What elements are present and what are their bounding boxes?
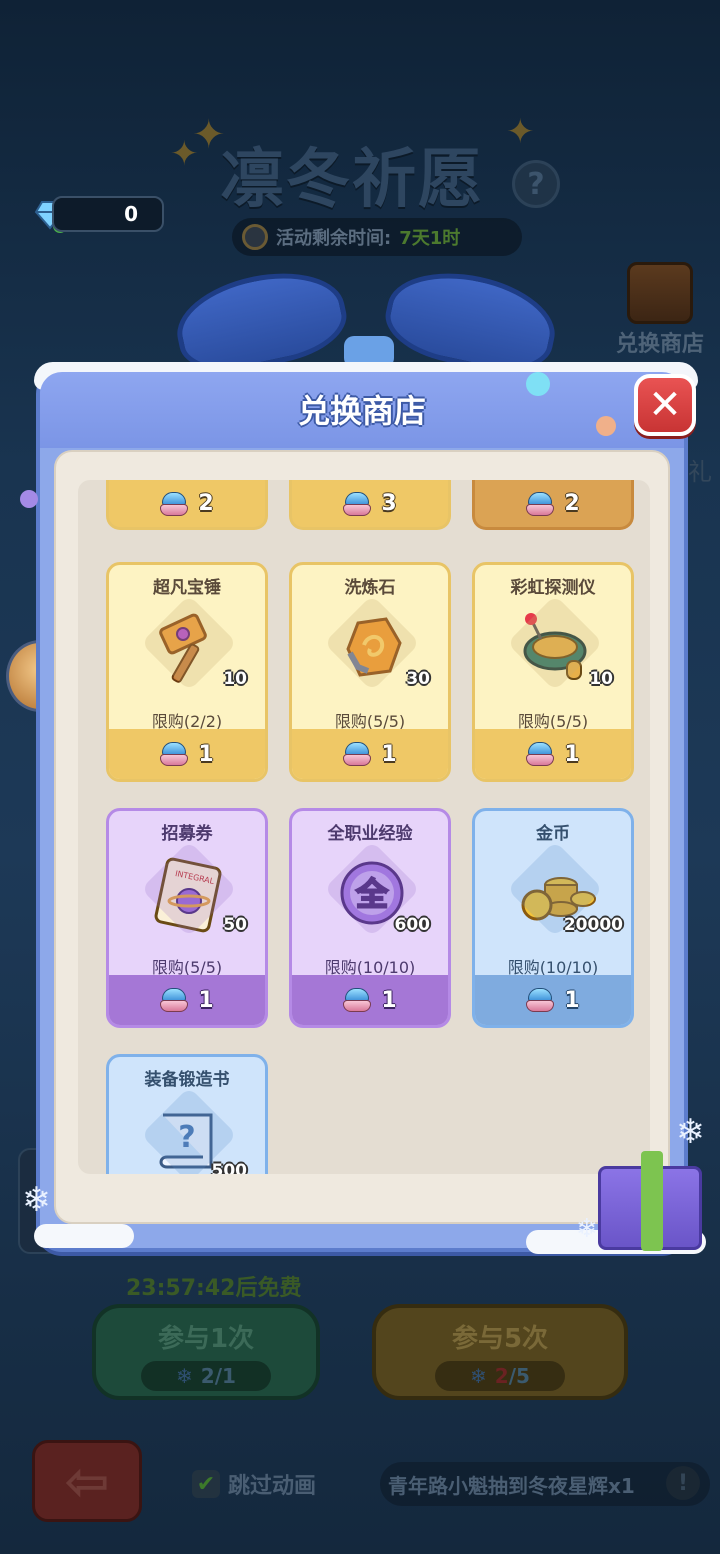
join-once-button[interactable]: 参与1次 ❄ 2/1 (92, 1304, 320, 1400)
ticket-icon: INTEGRAL (154, 857, 222, 933)
gem-icon (526, 988, 555, 1012)
shop-item-card[interactable]: 招募券 INTEGRAL 50 限购(5/5) 1 (106, 808, 268, 1028)
item-price: 1 (381, 987, 397, 1013)
shop-item-card[interactable]: 装备锻造书 ? 500 (106, 1054, 268, 1174)
item-icon-plate: INTEGRAL (145, 855, 233, 935)
gift-box-icon (598, 1151, 702, 1251)
item-name: 超凡宝锤 (153, 578, 221, 598)
hammer-icon (159, 613, 207, 683)
gem-icon (160, 988, 189, 1012)
snowflake-icon: ❄ (176, 1364, 193, 1388)
gem-icon (526, 742, 555, 766)
clock-icon (242, 224, 268, 250)
back-arrow-icon: ⇦ (64, 1449, 110, 1513)
close-button[interactable]: ✕ (634, 374, 696, 436)
snowflake-icon: ❄ (676, 1112, 705, 1152)
item-name: 洗炼石 (344, 578, 396, 598)
exchange-shop-modal: 兑换商店 ✕ 2 3 2 超凡宝锤 10 限购(2/2) 1 洗炼石 30 限购… (20, 362, 706, 1254)
shop-item-card[interactable]: 洗炼石 30 限购(5/5) 1 (289, 562, 451, 782)
shop-item-card[interactable]: 超凡宝锤 10 限购(2/2) 1 (106, 562, 268, 782)
checkbox-checked-icon[interactable]: ✔ (192, 1470, 220, 1498)
refine-stone-icon (346, 617, 402, 677)
item-price: 1 (198, 987, 214, 1013)
sparkle-icon: ✦ (506, 112, 535, 152)
ribbon-bow (168, 259, 564, 383)
snowflake-icon: ❄ (470, 1364, 487, 1388)
exchange-shop-shortcut[interactable]: 兑换商店 (610, 262, 710, 358)
item-icon-plate (511, 609, 599, 689)
item-price-button[interactable]: 1 (109, 729, 265, 779)
svg-text:全: 全 (355, 875, 389, 913)
broadcast-ticker: 青年路小魁抽到冬夜星辉x1 (380, 1462, 710, 1506)
shop-item-price-partial[interactable]: 3 (289, 480, 451, 530)
snow-decoration (34, 1224, 134, 1248)
gem-icon (343, 988, 372, 1012)
shop-item-card[interactable]: 全职业经验 全 600 限购(10/10) 1 (289, 808, 451, 1028)
currency-counter[interactable]: 0 (52, 196, 164, 232)
free-countdown: 23:57:42后免费 (126, 1276, 302, 1301)
item-price: 1 (198, 741, 214, 767)
item-name: 招募券 (161, 824, 213, 844)
item-name: 彩虹探测仪 (510, 578, 596, 598)
svg-text:INTEGRAL: INTEGRAL (174, 869, 215, 886)
join-once-label: 参与1次 (157, 1324, 255, 1354)
shop-item-price-partial[interactable]: 2 (106, 480, 268, 530)
help-button[interactable]: ? (512, 160, 560, 208)
timer-label: 活动剩余时间: (276, 228, 392, 249)
item-name: 全职业经验 (327, 824, 413, 844)
info-icon[interactable]: ! (666, 1466, 700, 1500)
item-quantity: 600 (394, 915, 431, 935)
svg-text:?: ? (178, 1120, 195, 1155)
item-quantity: 10 (223, 669, 247, 689)
shop-item-card[interactable]: 彩虹探测仪 10 限购(5/5) 1 (472, 562, 634, 782)
item-icon-plate (328, 609, 416, 689)
item-quantity: 30 (406, 669, 430, 689)
ticker-text: 青年路小魁抽到冬夜星辉x1 (388, 1473, 635, 1498)
shop-item-price-partial[interactable]: 2 (472, 480, 634, 530)
item-price: 1 (564, 987, 580, 1013)
item-quantity: 50 (223, 915, 247, 935)
item-price: 1 (381, 741, 397, 767)
shop-item-card[interactable]: 金币 20000 限购(10/10) 1 (472, 808, 634, 1028)
ornament-icon (20, 490, 38, 508)
exchange-shop-label: 兑换商店 (615, 332, 704, 357)
gem-icon (160, 491, 189, 516)
item-price: 1 (564, 741, 580, 767)
snowflake-icon: ❄ (22, 1180, 51, 1220)
side-gift-label: 礼 (688, 458, 712, 486)
gem-icon (526, 491, 555, 516)
gem-icon (160, 742, 189, 766)
currency-value: 0 (124, 202, 138, 226)
shop-panel: 2 3 2 超凡宝锤 10 限购(2/2) 1 洗炼石 30 限购(5/5) 1… (54, 450, 670, 1224)
join-five-cost: ❄ 2/5 (435, 1361, 565, 1391)
item-price-button[interactable]: 1 (292, 975, 448, 1025)
item-name: 金币 (536, 824, 570, 844)
item-price-button[interactable]: 1 (292, 729, 448, 779)
item-quantity: 10 (589, 669, 613, 689)
join-five-label: 参与5次 (451, 1324, 549, 1354)
item-price-button[interactable]: 1 (475, 975, 631, 1025)
item-name: 装备锻造书 (144, 1070, 230, 1090)
timer-value: 7天1时 (399, 228, 461, 249)
snowflake-icon: ❄ (576, 1214, 598, 1244)
item-price-button[interactable]: 1 (475, 729, 631, 779)
item-price-button[interactable]: 1 (109, 975, 265, 1025)
close-icon: ✕ (648, 382, 682, 428)
join-five-button[interactable]: 参与5次 ❄ 2/5 (372, 1304, 628, 1400)
join-once-cost: ❄ 2/1 (141, 1361, 271, 1391)
gem-icon (343, 742, 372, 766)
skip-animation-toggle[interactable]: ✔ 跳过动画 (192, 1468, 316, 1500)
gem-icon (343, 491, 372, 516)
item-icon-plate (145, 609, 233, 689)
item-quantity: 500 (211, 1161, 248, 1174)
detector-icon (523, 613, 587, 680)
modal-title: 兑换商店 (297, 392, 426, 430)
skip-animation-label: 跳过动画 (228, 1474, 317, 1499)
shop-item-grid[interactable]: 2 3 2 超凡宝锤 10 限购(2/2) 1 洗炼石 30 限购(5/5) 1… (78, 480, 650, 1174)
item-quantity: 20000 (563, 915, 623, 935)
event-title: 凛冬祈愿 (220, 143, 484, 217)
event-timer: 活动剩余时间: 7天1时 (232, 218, 522, 256)
back-button[interactable]: ⇦ (32, 1440, 142, 1522)
treasure-chest-icon (627, 262, 693, 324)
